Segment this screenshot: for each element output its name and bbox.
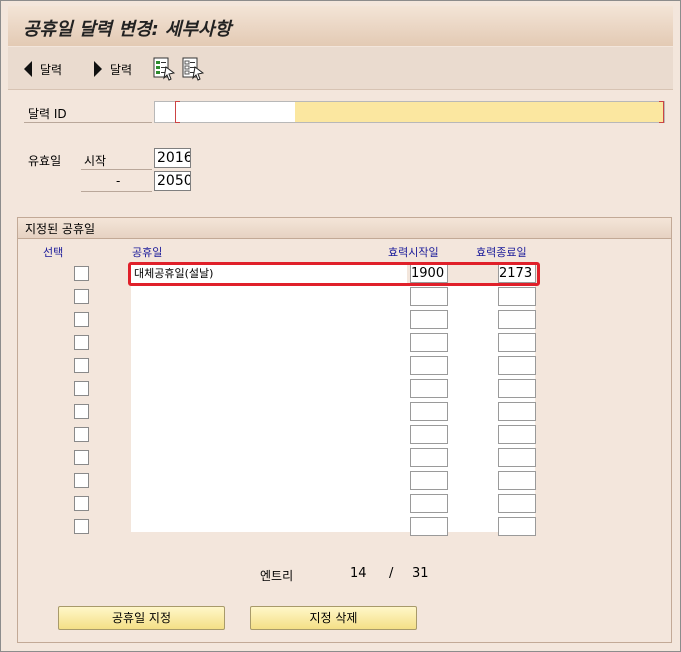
validity-end-input[interactable]: 2050 [154, 171, 191, 191]
valid-from-cell[interactable] [410, 494, 448, 513]
arrow-right-icon [94, 61, 102, 77]
deselect-all-icon[interactable] [182, 57, 204, 81]
row-select-checkbox[interactable] [74, 519, 89, 534]
valid-from-cell[interactable] [410, 287, 448, 306]
group-header: 지정된 공휴일 [18, 218, 671, 239]
entries-separator: / [389, 566, 394, 581]
valid-to-cell[interactable] [498, 356, 536, 375]
valid-from-cell[interactable] [410, 402, 448, 421]
valid-from-cell[interactable]: 1900 [410, 264, 448, 283]
select-all-icon[interactable] [153, 57, 175, 81]
row-select-checkbox[interactable] [74, 312, 89, 327]
valid-to-cell[interactable] [498, 471, 536, 490]
row-select-checkbox[interactable] [74, 289, 89, 304]
sap-window: 공휴일 달력 변경: 세부사항 달력 달력 달력 ID 유효일 시작 2016 … [0, 0, 681, 652]
row-select-checkbox[interactable] [74, 404, 89, 419]
holiday-name-cell[interactable]: 대체공휴일(설날) [131, 264, 407, 283]
validity-start-underline [81, 169, 152, 170]
row-select-checkbox[interactable] [74, 496, 89, 511]
calendar-id-input[interactable] [154, 101, 665, 123]
validity-label: 유효일 [28, 154, 62, 168]
valid-from-cell[interactable] [410, 333, 448, 352]
column-header-valid-from: 효력시작일 [388, 246, 439, 259]
holiday-table-area [131, 286, 535, 532]
valid-from-cell[interactable] [410, 471, 448, 490]
validity-end-label: - [116, 174, 121, 188]
valid-to-cell[interactable] [498, 425, 536, 444]
validity-end-underline [81, 191, 152, 192]
valid-to-cell[interactable] [498, 494, 536, 513]
valid-to-cell[interactable] [498, 517, 536, 536]
toolbar: 달력 달력 [8, 47, 673, 90]
arrow-left-icon [24, 61, 32, 77]
entries-current: 14 [350, 566, 367, 581]
valid-to-cell[interactable] [498, 402, 536, 421]
column-header-valid-to: 효력종료일 [476, 246, 527, 259]
valid-from-cell[interactable] [410, 448, 448, 467]
valid-from-cell[interactable] [410, 379, 448, 398]
required-marker-left [175, 101, 180, 123]
entries-label: 엔트리 [260, 569, 294, 583]
valid-to-cell[interactable] [498, 448, 536, 467]
row-select-checkbox[interactable] [74, 358, 89, 373]
valid-to-cell[interactable] [498, 333, 536, 352]
row-select-checkbox[interactable] [74, 450, 89, 465]
row-select-checkbox[interactable] [74, 335, 89, 350]
previous-calendar-button[interactable]: 달력 [24, 59, 62, 79]
calendar-id-underline [24, 122, 152, 123]
entries-total: 31 [412, 566, 429, 581]
row-select-checkbox[interactable] [74, 266, 89, 281]
title-bar: 공휴일 달력 변경: 세부사항 [8, 6, 673, 46]
row-select-checkbox[interactable] [74, 473, 89, 488]
required-marker-right [659, 101, 664, 123]
next-calendar-button[interactable]: 달력 [94, 59, 132, 79]
group-title: 지정된 공휴일 [25, 222, 96, 236]
window-title: 공휴일 달력 변경: 세부사항 [23, 19, 232, 40]
row-select-checkbox[interactable] [74, 427, 89, 442]
valid-to-cell[interactable] [498, 310, 536, 329]
valid-to-cell[interactable] [498, 379, 536, 398]
delete-assignment-button[interactable]: 지정 삭제 [250, 606, 417, 630]
column-header-holiday: 공휴일 [132, 246, 163, 259]
valid-from-cell[interactable] [410, 356, 448, 375]
valid-from-cell[interactable] [410, 310, 448, 329]
valid-to-cell[interactable] [498, 287, 536, 306]
assign-holiday-button[interactable]: 공휴일 지정 [58, 606, 225, 630]
next-calendar-label: 달력 [110, 62, 133, 77]
validity-start-label: 시작 [84, 154, 107, 168]
previous-calendar-label: 달력 [40, 62, 63, 77]
row-select-checkbox[interactable] [74, 381, 89, 396]
valid-from-cell[interactable] [410, 425, 448, 444]
valid-from-cell[interactable] [410, 517, 448, 536]
calendar-id-label: 달력 ID [28, 107, 67, 121]
column-header-select: 선택 [43, 246, 64, 259]
validity-start-input[interactable]: 2016 [154, 148, 191, 168]
valid-to-cell[interactable]: 2173 [498, 264, 536, 283]
